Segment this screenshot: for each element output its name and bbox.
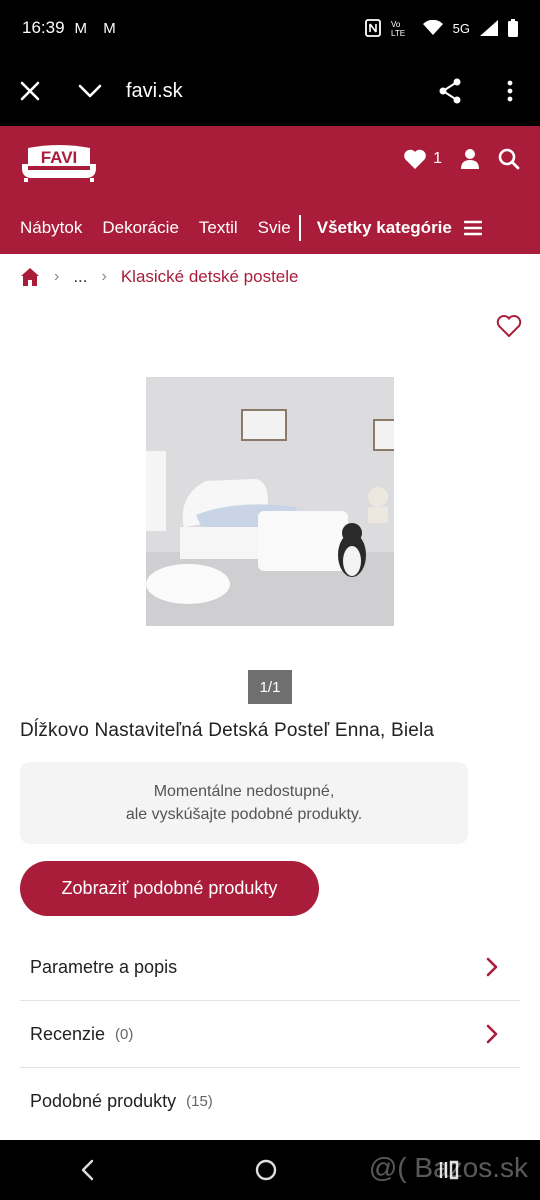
search-icon[interactable] xyxy=(498,148,520,170)
all-categories-button[interactable]: Všetky kategórie xyxy=(317,218,482,238)
image-counter: 1/1 xyxy=(248,670,292,704)
chevron-right-icon xyxy=(486,1024,498,1044)
notice-line-2: ale vyskúšajte podobné produkty. xyxy=(125,806,363,823)
chevron-down-icon xyxy=(78,84,102,98)
favorites-button[interactable]: 1 xyxy=(403,148,442,170)
nfc-icon xyxy=(364,19,381,37)
nav-item-nabytok[interactable]: Nábytok xyxy=(20,218,82,238)
watermark: @( Bazos.sk xyxy=(368,1152,528,1183)
nav-item-textil[interactable]: Textil xyxy=(199,218,238,238)
svg-text:Vo: Vo xyxy=(391,20,401,29)
nav-item-dekoracie[interactable]: Dekorácie xyxy=(102,218,179,238)
breadcrumb-current[interactable]: Klasické detské postele xyxy=(121,267,299,287)
home-icon[interactable] xyxy=(20,267,40,287)
nav-item-svietidla[interactable]: Svie xyxy=(258,218,291,238)
favi-logo[interactable]: FAVI xyxy=(20,144,98,187)
volte-icon: VoLTE xyxy=(391,20,405,37)
section-reviews[interactable]: Recenzie (0) xyxy=(20,1001,520,1068)
section-label: Podobné produkty xyxy=(30,1091,177,1111)
product-image[interactable] xyxy=(146,377,394,626)
signal-icon xyxy=(480,20,498,36)
heart-icon xyxy=(404,149,426,169)
breadcrumb-ellipsis[interactable]: ... xyxy=(73,267,87,287)
availability-notice: Momentálne nedostupné, ale vyskúšajte po… xyxy=(20,762,468,844)
section-similar-products[interactable]: Podobné produkty (15) xyxy=(20,1068,520,1135)
close-tab-button[interactable] xyxy=(0,56,60,126)
product-sections: Parametre a popis Recenzie (0) Podobné p… xyxy=(20,934,520,1135)
nav-divider xyxy=(298,215,301,241)
product-title: Dĺžkovo Nastaviteľná Detská Posteľ Enna,… xyxy=(20,720,435,741)
share-button[interactable] xyxy=(420,56,480,126)
chevron-right-icon: › xyxy=(54,268,60,285)
site-header: FAVI 1 Nábytok Dekorácie Textil Svie Vše… xyxy=(0,126,540,254)
gmail-icons: M M xyxy=(74,19,122,37)
add-to-favorites-button[interactable] xyxy=(496,314,522,343)
header-icons: 1 xyxy=(403,148,520,170)
logo-text: FAVI xyxy=(41,148,78,167)
notice-line-1: Momentálne nedostupné, xyxy=(153,783,335,800)
home-circle-icon[interactable] xyxy=(255,1159,277,1181)
all-categories-label: Všetky kategórie xyxy=(316,218,452,237)
more-vertical-icon xyxy=(507,80,513,102)
similar-count: (15) xyxy=(186,1093,213,1110)
section-label: Recenzie xyxy=(30,1023,106,1044)
section-label: Parametre a popis xyxy=(30,956,178,977)
reviews-count: (0) xyxy=(115,1025,134,1043)
network-type: 5G xyxy=(452,20,470,36)
section-parameters[interactable]: Parametre a popis xyxy=(20,934,520,1001)
chevron-right-icon: › xyxy=(101,268,107,285)
status-bar: 16:39 M M Vo LTE 5G xyxy=(0,0,540,56)
chevron-right-icon xyxy=(486,957,498,977)
heart-outline-icon xyxy=(496,315,522,338)
share-icon xyxy=(439,78,461,104)
minimize-button[interactable] xyxy=(60,56,120,126)
svg-text:LTE: LTE xyxy=(391,29,405,37)
status-time: 16:39 xyxy=(22,18,65,37)
more-options-button[interactable] xyxy=(480,56,540,126)
hamburger-menu-icon xyxy=(463,220,482,236)
category-nav: Nábytok Dekorácie Textil Svie Všetky kat… xyxy=(0,210,540,246)
url-text[interactable]: favi.sk xyxy=(126,80,420,103)
status-right: Vo LTE 5G xyxy=(364,19,518,37)
user-icon[interactable] xyxy=(460,148,480,170)
close-icon xyxy=(20,81,40,101)
show-similar-products-button[interactable]: Zobraziť podobné produkty xyxy=(20,861,319,916)
breadcrumb: › ... › Klasické detské postele xyxy=(20,262,298,292)
battery-icon xyxy=(508,19,518,37)
wifi-icon xyxy=(422,20,443,35)
back-icon[interactable] xyxy=(80,1159,94,1181)
browser-toolbar: favi.sk xyxy=(0,56,540,126)
favorites-count: 1 xyxy=(433,150,442,167)
